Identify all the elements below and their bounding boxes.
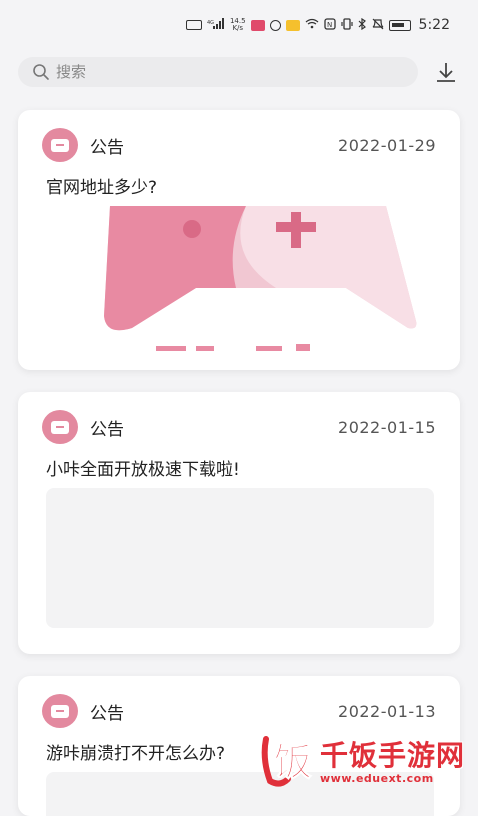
card-image-placeholder	[46, 488, 434, 628]
card-header: 公告 2022-01-15	[42, 410, 436, 444]
search-box[interactable]	[18, 57, 418, 87]
battery-icon	[389, 20, 411, 31]
net-speed: 14.5K/s	[230, 18, 246, 32]
vibrate-icon	[341, 18, 353, 33]
watermark-logo: 饭	[260, 729, 316, 789]
network-type: 4G	[207, 20, 214, 26]
gamepad-illustration	[46, 206, 434, 356]
wifi-icon	[305, 18, 319, 32]
card-title: 官网地址多少?	[46, 173, 157, 198]
watermark-title: 千饭手游网	[320, 734, 465, 774]
card-date: 2022-01-29	[338, 136, 436, 155]
signal-icon: 4G	[207, 18, 225, 33]
search-row	[18, 56, 460, 88]
card-title: 游咔崩溃打不开怎么办?	[46, 739, 225, 764]
search-input[interactable]	[56, 63, 376, 81]
bluetooth-icon	[358, 18, 367, 33]
announcement-icon	[42, 128, 78, 162]
card-date: 2022-01-15	[338, 418, 436, 437]
sim-icon	[186, 20, 202, 30]
card-type: 公告	[90, 415, 124, 440]
card-type: 公告	[90, 133, 124, 158]
nfc-icon: N	[324, 18, 336, 33]
card-title: 小咔全面开放极速下载啦!	[46, 455, 240, 480]
clock: 5:22	[419, 17, 450, 33]
announcement-icon	[42, 694, 78, 728]
announcement-icon	[42, 410, 78, 444]
card-header: 公告 2022-01-29	[42, 128, 436, 162]
card-date: 2022-01-13	[338, 702, 436, 721]
announcement-card[interactable]: 公告 2022-01-29 官网地址多少?	[18, 110, 460, 370]
download-icon	[434, 60, 458, 84]
watermark-logo-char: 饭	[274, 740, 312, 784]
search-icon	[32, 63, 50, 81]
watermark-text: 千饭手游网 www.eduext.com	[320, 734, 465, 785]
svg-text:N: N	[327, 21, 332, 29]
watermark: 饭 千饭手游网 www.eduext.com	[260, 722, 470, 796]
card-type: 公告	[90, 699, 124, 724]
status-bar: 4G 14.5K/s N 5:22	[0, 0, 478, 50]
circle-icon	[270, 20, 281, 31]
mute-icon	[372, 18, 384, 33]
announcement-card[interactable]: 公告 2022-01-15 小咔全面开放极速下载啦!	[18, 392, 460, 654]
message-icon	[286, 20, 300, 31]
download-button[interactable]	[432, 58, 460, 86]
app-notification-icon	[251, 20, 265, 31]
